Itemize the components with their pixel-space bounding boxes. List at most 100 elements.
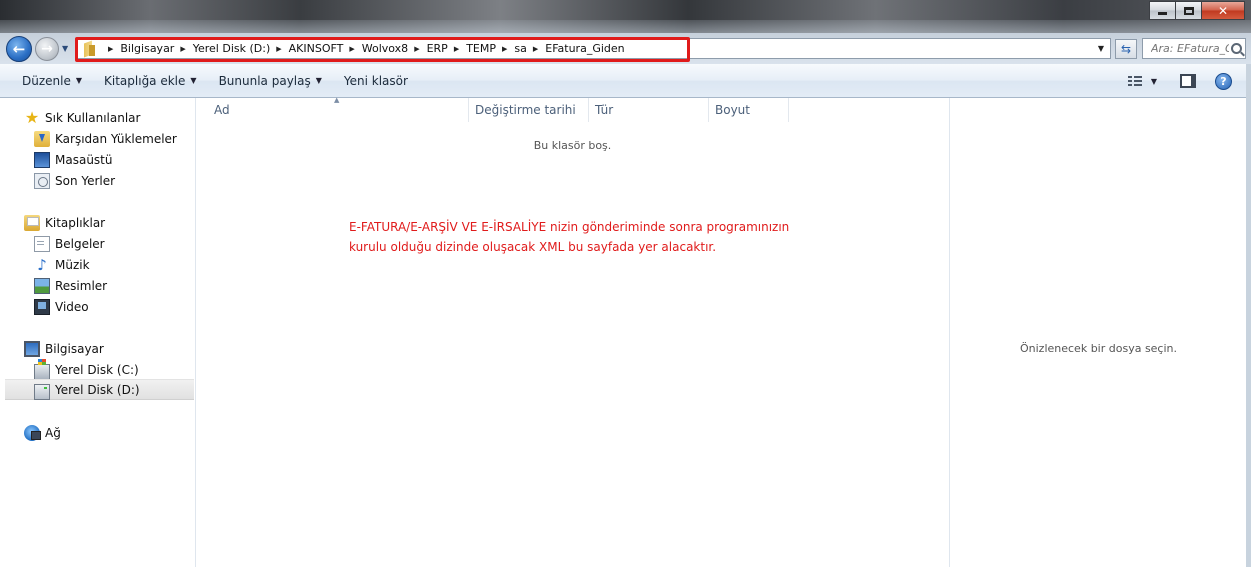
breadcrumb-label: EFatura_Giden xyxy=(545,42,625,55)
sidebar-item-label: Müzik xyxy=(55,257,90,272)
change-view-icon[interactable] xyxy=(1127,75,1142,87)
file-list: Ad ▲ Değiştirme tarihi Tür Boyut Bu klas… xyxy=(196,96,949,567)
column-header-name[interactable]: Ad xyxy=(214,98,230,122)
breadcrumb-item[interactable]: ▶ sa xyxy=(496,42,527,55)
refresh-icon: ⇆ xyxy=(1120,42,1132,56)
navigation-pane: ★ Sık Kullanılanlar Karşıdan Yüklemeler … xyxy=(0,98,196,567)
breadcrumb-label: Bilgisayar xyxy=(120,42,175,55)
column-header-label: Boyut xyxy=(715,103,750,117)
sidebar-item-label: Resimler xyxy=(55,278,108,293)
breadcrumb-label: ERP xyxy=(426,42,448,55)
organize-label: Düzenle xyxy=(22,73,71,88)
sidebar-item-label: Belgeler xyxy=(55,236,105,251)
sidebar-item-local-disk-c[interactable]: Yerel Disk (C:) xyxy=(0,358,195,380)
column-header-size[interactable]: Boyut xyxy=(715,98,750,122)
sidebar-item-favorites[interactable]: ★ Sık Kullanılanlar xyxy=(0,107,195,128)
sidebar-item-libraries[interactable]: Kitaplıklar xyxy=(0,212,195,233)
preview-pane-toggle-icon[interactable] xyxy=(1180,74,1196,88)
document-icon xyxy=(34,235,50,252)
hard-drive-icon xyxy=(34,383,50,400)
share-with-menu[interactable]: Bununla paylaş ▼ xyxy=(208,68,333,94)
breadcrumb-separator-icon[interactable]: ▶ xyxy=(502,45,507,53)
column-divider[interactable] xyxy=(788,98,789,122)
computer-icon xyxy=(24,340,40,357)
minimize-button[interactable] xyxy=(1149,1,1176,20)
breadcrumb-separator-icon[interactable]: ▶ xyxy=(349,45,354,53)
close-icon: ✕ xyxy=(1217,3,1229,18)
organize-menu[interactable]: Düzenle ▼ xyxy=(0,68,93,94)
empty-folder-message: Bu klasör boş. xyxy=(533,139,612,152)
sidebar-item-music[interactable]: ♪ Müzik xyxy=(0,254,195,275)
breadcrumb-separator-icon[interactable]: ▶ xyxy=(533,45,538,53)
sidebar-item-downloads[interactable]: Karşıdan Yüklemeler xyxy=(0,128,195,149)
breadcrumb-label: TEMP xyxy=(466,42,496,55)
sidebar-item-label: Video xyxy=(55,299,89,314)
annotation-text: E-FATURA/E-ARŞİV VE E-İRSALİYE nizin gön… xyxy=(349,217,869,257)
address-bar[interactable]: ▶ Bilgisayar ▶ Yerel Disk (D:) ▶ AKINSOFT ▶ Wol… xyxy=(77,38,1111,59)
new-folder-label: Yeni klasör xyxy=(343,73,408,88)
sidebar-item-recent-places[interactable]: Son Yerler xyxy=(0,170,195,191)
sidebar-item-label: Sık Kullanılanlar xyxy=(45,110,141,125)
breadcrumb-separator-icon[interactable]: ▶ xyxy=(276,45,281,53)
picture-icon xyxy=(34,277,50,294)
view-options-dropdown[interactable]: ▼ xyxy=(1151,77,1157,86)
breadcrumb-item[interactable]: ▶ AKINSOFT xyxy=(270,42,343,55)
music-note-icon: ♪ xyxy=(37,255,47,274)
sidebar-item-label: Masaüstü xyxy=(55,152,113,167)
forward-button[interactable]: → xyxy=(35,37,59,61)
sidebar-item-local-disk-d[interactable]: Yerel Disk (D:) xyxy=(5,379,194,400)
column-divider[interactable] xyxy=(468,98,469,122)
close-button[interactable]: ✕ xyxy=(1201,1,1245,20)
libraries-icon xyxy=(24,214,40,231)
sidebar-item-label: Karşıdan Yüklemeler xyxy=(55,131,177,146)
breadcrumb-label: AKINSOFT xyxy=(288,42,344,55)
recent-pages-dropdown[interactable]: ▼ xyxy=(62,44,68,53)
breadcrumb-item[interactable]: ▶ Bilgisayar xyxy=(102,42,174,55)
preview-empty-message: Önizlenecek bir dosya seçin. xyxy=(1019,342,1178,355)
breadcrumb-item[interactable]: ▶ Yerel Disk (D:) xyxy=(174,42,270,55)
sidebar-item-label: Yerel Disk (C:) xyxy=(55,362,139,377)
breadcrumb-item[interactable]: ▶ Wolvox8 xyxy=(343,42,408,55)
sidebar-item-pictures[interactable]: Resimler xyxy=(0,275,195,296)
search-box[interactable] xyxy=(1142,38,1246,59)
explorer-content: ★ Sık Kullanılanlar Karşıdan Yüklemeler … xyxy=(0,96,1246,567)
column-divider[interactable] xyxy=(588,98,589,122)
help-icon[interactable]: ? xyxy=(1215,72,1232,90)
maximize-button[interactable] xyxy=(1175,1,1202,20)
chevron-down-icon: ▼ xyxy=(1150,76,1157,86)
sidebar-item-documents[interactable]: Belgeler xyxy=(0,233,195,254)
refresh-button[interactable]: ⇆ xyxy=(1115,39,1137,59)
maximize-icon xyxy=(1183,6,1194,15)
breadcrumb-item[interactable]: ▶ TEMP xyxy=(448,42,496,55)
annotation-line: E-FATURA/E-ARŞİV VE E-İRSALİYE nizin gön… xyxy=(349,220,790,234)
sidebar-item-desktop[interactable]: Masaüstü xyxy=(0,149,195,170)
sidebar-item-computer[interactable]: Bilgisayar xyxy=(0,338,195,359)
sidebar-item-label: Yerel Disk (D:) xyxy=(55,382,140,397)
search-input[interactable] xyxy=(1151,42,1229,55)
address-history-dropdown[interactable]: ▼ xyxy=(1098,44,1104,53)
include-in-library-menu[interactable]: Kitaplığa ekle ▼ xyxy=(93,68,208,94)
view-controls: ▼ ? xyxy=(1127,64,1246,98)
breadcrumb-separator-icon[interactable]: ▶ xyxy=(180,45,185,53)
column-header-type[interactable]: Tür xyxy=(595,98,613,122)
annotation-line: kurulu olduğu dizinde oluşacak XML bu sa… xyxy=(349,240,717,254)
network-icon xyxy=(24,424,41,441)
desktop-icon xyxy=(34,151,50,168)
breadcrumb-separator-icon[interactable]: ▶ xyxy=(454,45,459,53)
recent-places-icon xyxy=(34,172,50,189)
navigation-bar: ← → ▼ ▶ Bilgisayar ▶ Yerel Disk (D:) ▶ AKINSO… xyxy=(0,33,1251,64)
breadcrumb-separator-icon[interactable]: ▶ xyxy=(108,45,113,53)
breadcrumb-item[interactable]: ▶ ERP xyxy=(408,42,448,55)
sidebar-item-label: Bilgisayar xyxy=(45,341,104,356)
new-folder-button[interactable]: Yeni klasör xyxy=(333,68,419,94)
back-button[interactable]: ← xyxy=(6,36,32,62)
downloads-folder-icon xyxy=(34,130,50,147)
sidebar-item-network[interactable]: Ağ xyxy=(0,422,195,443)
breadcrumb-separator-icon[interactable]: ▶ xyxy=(414,45,419,53)
breadcrumb-item[interactable]: ▶ EFatura_Giden xyxy=(527,42,625,55)
video-icon xyxy=(34,298,50,315)
column-divider[interactable] xyxy=(708,98,709,122)
sidebar-item-label: Kitaplıklar xyxy=(45,215,106,230)
sidebar-item-videos[interactable]: Video xyxy=(0,296,195,317)
column-header-date-modified[interactable]: Değiştirme tarihi xyxy=(475,98,576,122)
